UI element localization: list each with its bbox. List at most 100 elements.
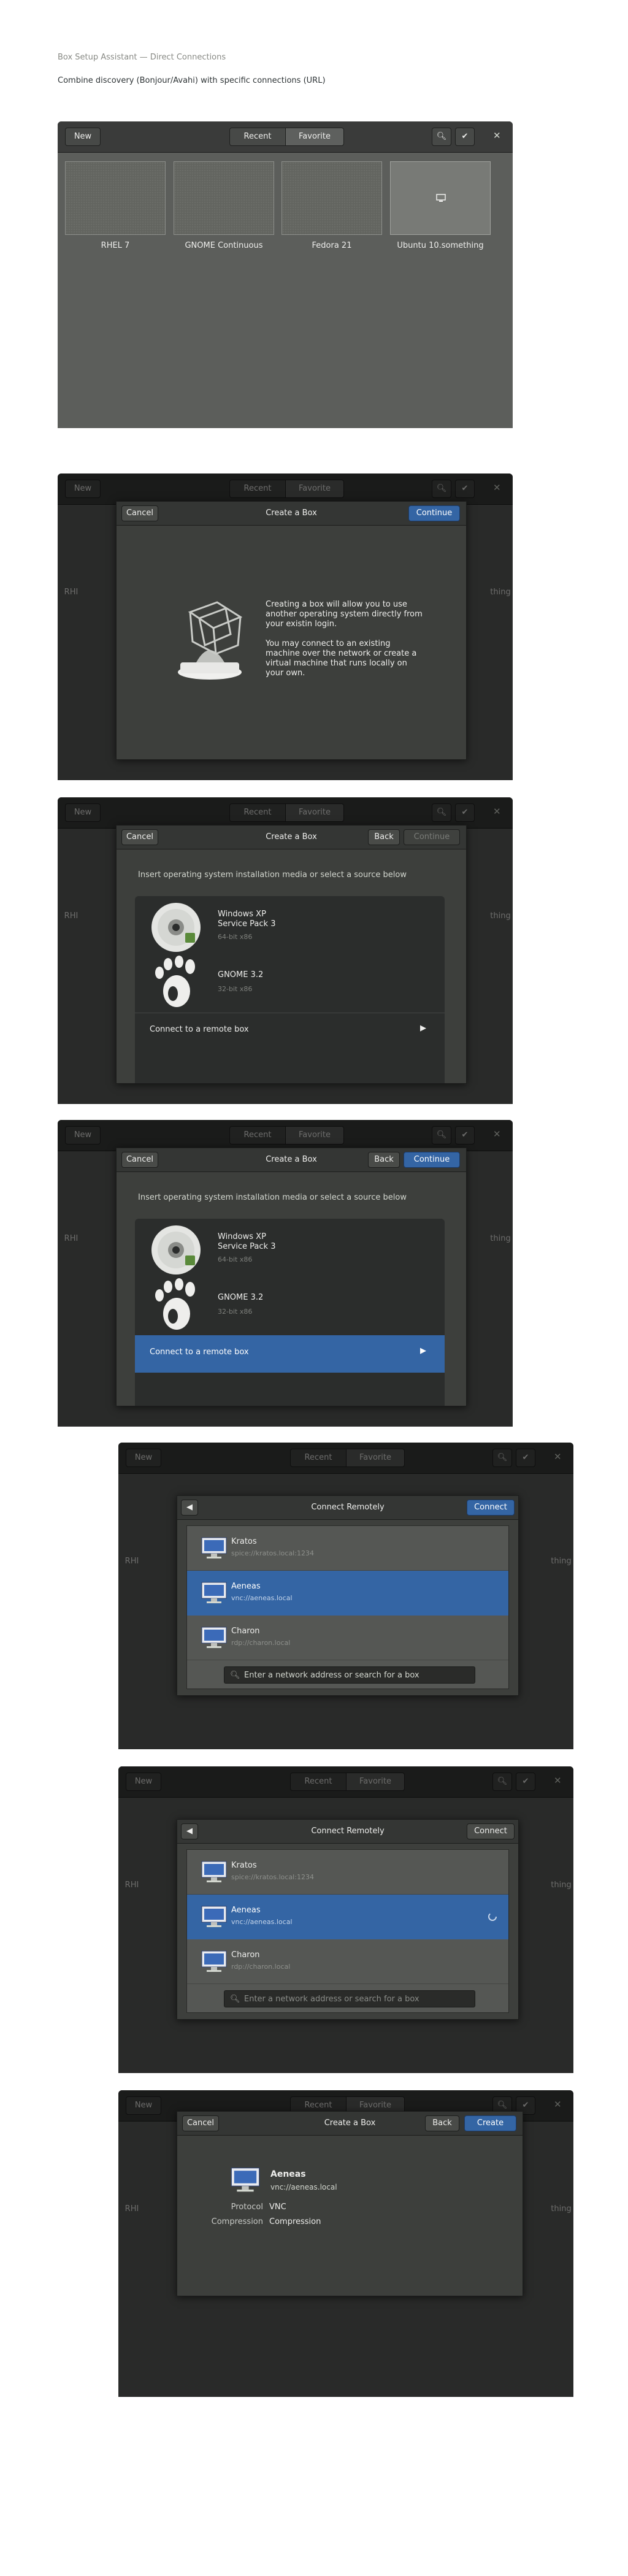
back-button[interactable]: Back: [425, 2115, 459, 2131]
close-icon: ✕: [493, 806, 501, 817]
box-thumbnail[interactable]: [281, 161, 382, 235]
box-thumbnail[interactable]: [174, 161, 274, 235]
gnome-foot-icon: [155, 1278, 195, 1330]
monitor-icon: [201, 1950, 227, 1972]
remote-box-name: Charon: [231, 1950, 260, 1960]
box-thumbnail[interactable]: [65, 161, 166, 235]
window-close-button[interactable]: ✕: [493, 130, 501, 141]
monitor-icon: [201, 1906, 227, 1927]
source-item[interactable]: GNOME 3.2 32-bit x86: [135, 954, 445, 1010]
source-item[interactable]: Windows XP Service Pack 3 64-bit x86: [135, 1219, 445, 1275]
connect-button[interactable]: Connect: [467, 1823, 515, 1839]
chevron-right-icon: ▶: [420, 1346, 426, 1355]
close-icon: ✕: [493, 1129, 501, 1140]
connect-remote-row[interactable]: Connect to a remote box ▶: [135, 1013, 445, 1046]
source-item[interactable]: Windows XP Service Pack 3 64-bit x86: [135, 896, 445, 952]
compression-label: Compression: [211, 2217, 263, 2226]
source-item[interactable]: GNOME 3.2 32-bit x86: [135, 1277, 445, 1332]
search-icon: 🔍︎: [230, 1995, 240, 2004]
boxes-window-collection: New Recent Favorite 🔍︎ ✔ ✕ RHEL 7 GNOME …: [58, 121, 513, 428]
review-box-url: vnc://aeneas.local: [270, 2183, 337, 2191]
continue-button[interactable]: Continue: [404, 829, 460, 845]
source-heading: Insert operating system installation med…: [138, 1193, 407, 1202]
header-bar: New Recent Favorite 🔍︎ ✔ ✕: [58, 1120, 513, 1151]
boxes-window-create-intro: New Recent Favorite 🔍︎ ✔ ✕ RHI thing Can…: [58, 473, 513, 780]
create-box-review-dialog: Cancel Create a Box Back Create Aeneas v…: [177, 2111, 523, 2296]
bg-box-label: RHI: [124, 2204, 139, 2214]
checkmark-icon: ✔: [461, 808, 469, 817]
header-bar: New Recent Favorite 🔍︎ ✔ ✕: [58, 473, 513, 505]
search-button[interactable]: 🔍︎: [432, 128, 451, 146]
connect-remotely-dialog: ◀ Connect Remotely Connect Kratos spice:…: [177, 1495, 519, 1696]
search-icon: 🔍︎: [436, 1130, 447, 1140]
tab-recent[interactable]: Recent: [229, 128, 286, 146]
remote-box-row[interactable]: Charon rdp://charon.local: [187, 1939, 508, 1984]
remote-box-url: vnc://aeneas.local: [231, 1594, 293, 1602]
computer-icon: [436, 194, 446, 202]
source-list: Windows XP Service Pack 3 64-bit x86 GNO…: [135, 896, 445, 1083]
remote-box-url: rdp://charon.local: [231, 1639, 291, 1647]
cd-icon: [151, 1225, 201, 1275]
remote-box-list: Kratos spice://kratos.local:1234 Aeneas …: [186, 1849, 509, 2013]
remote-box-row[interactable]: Charon rdp://charon.local: [187, 1616, 508, 1660]
search-icon: 🔍︎: [436, 132, 447, 141]
monitor-icon: [231, 2168, 260, 2192]
search-button: 🔍︎: [492, 1449, 512, 1467]
box-label: Fedora 21: [312, 241, 352, 250]
connect-button[interactable]: Connect: [467, 1500, 515, 1516]
tab-favorite: Favorite: [285, 803, 344, 822]
address-search-input[interactable]: 🔍︎ Enter a network address or search for…: [224, 1990, 475, 2007]
search-icon: 🔍︎: [436, 808, 447, 817]
dialog-header: Cancel Create a Box Back Continue: [117, 1148, 466, 1172]
gnome-foot-icon: [155, 956, 195, 1007]
search-icon: 🔍︎: [497, 1777, 508, 1786]
checkmark-icon: ✔: [522, 1777, 529, 1786]
intro-paragraph-1: Creating a box will allow you to use ano…: [266, 600, 423, 629]
remote-box-list: Kratos spice://kratos.local:1234 Aeneas …: [186, 1525, 509, 1689]
tab-favorite: Favorite: [346, 1449, 405, 1467]
window-close-button: ✕: [493, 806, 501, 817]
bg-box-label: thing: [551, 1880, 572, 1890]
remote-box-row-selected[interactable]: Aeneas vnc://aeneas.local: [187, 1895, 508, 1939]
select-button: ✔: [455, 480, 475, 498]
monitor-icon: [201, 1861, 227, 1882]
back-button[interactable]: Back: [368, 1152, 400, 1168]
remote-box-row[interactable]: Kratos spice://kratos.local:1234: [187, 1526, 508, 1571]
remote-box-url: spice://kratos.local:1234: [231, 1549, 314, 1557]
box-thumbnail-selected[interactable]: [390, 161, 491, 235]
select-button[interactable]: ✔: [455, 128, 475, 146]
search-icon: 🔍︎: [436, 484, 447, 493]
remote-box-row-selected[interactable]: Aeneas vnc://aeneas.local: [187, 1571, 508, 1616]
close-icon: ✕: [493, 482, 501, 493]
back-button[interactable]: Back: [368, 829, 400, 845]
search-icon: 🔍︎: [497, 2101, 508, 2110]
select-button: ✔: [516, 1449, 535, 1467]
boxes-window-source-remote: New Recent Favorite 🔍︎ ✔ ✕ RHI thing Can…: [58, 1120, 513, 1427]
cd-icon: [151, 903, 201, 952]
boxes-window-connect-remotely: New Recent Favorite 🔍︎ ✔ ✕ RHI thing ◀ C…: [118, 1443, 573, 1749]
remote-box-name: Aeneas: [231, 1582, 261, 1591]
continue-button[interactable]: Continue: [408, 505, 460, 521]
tab-favorite[interactable]: Favorite: [285, 128, 344, 146]
source-name: GNOME 3.2: [218, 1293, 264, 1302]
monitor-icon: [201, 1537, 227, 1558]
boxes-window-connecting: New Recent Favorite 🔍︎ ✔ ✕ RHI thing ◀ C…: [118, 1766, 573, 2073]
connect-remote-row-selected[interactable]: Connect to a remote box ▶: [135, 1335, 445, 1373]
search-button: 🔍︎: [432, 1126, 451, 1144]
bg-box-label: RHI: [64, 1234, 78, 1243]
select-button: ✔: [455, 803, 475, 822]
collection-view: RHEL 7 GNOME Continuous Fedora 21 Ubuntu…: [58, 153, 513, 428]
create-button[interactable]: Create: [464, 2115, 516, 2131]
remote-box-row[interactable]: Kratos spice://kratos.local:1234: [187, 1850, 508, 1895]
search-icon: 🔍︎: [230, 1671, 240, 1680]
address-search-input[interactable]: 🔍︎ Enter a network address or search for…: [224, 1666, 475, 1684]
tab-recent: Recent: [229, 1126, 286, 1144]
monitor-icon: [201, 1582, 227, 1603]
bg-box-label: RHI: [124, 1557, 139, 1566]
continue-button[interactable]: Continue: [404, 1152, 460, 1168]
remote-box-name: Kratos: [231, 1861, 257, 1870]
source-list: Windows XP Service Pack 3 64-bit x86 GNO…: [135, 1219, 445, 1406]
search-placeholder: Enter a network address or search for a …: [244, 1671, 419, 1680]
new-button[interactable]: New: [65, 128, 101, 146]
remote-box-url: rdp://charon.local: [231, 1963, 291, 1971]
